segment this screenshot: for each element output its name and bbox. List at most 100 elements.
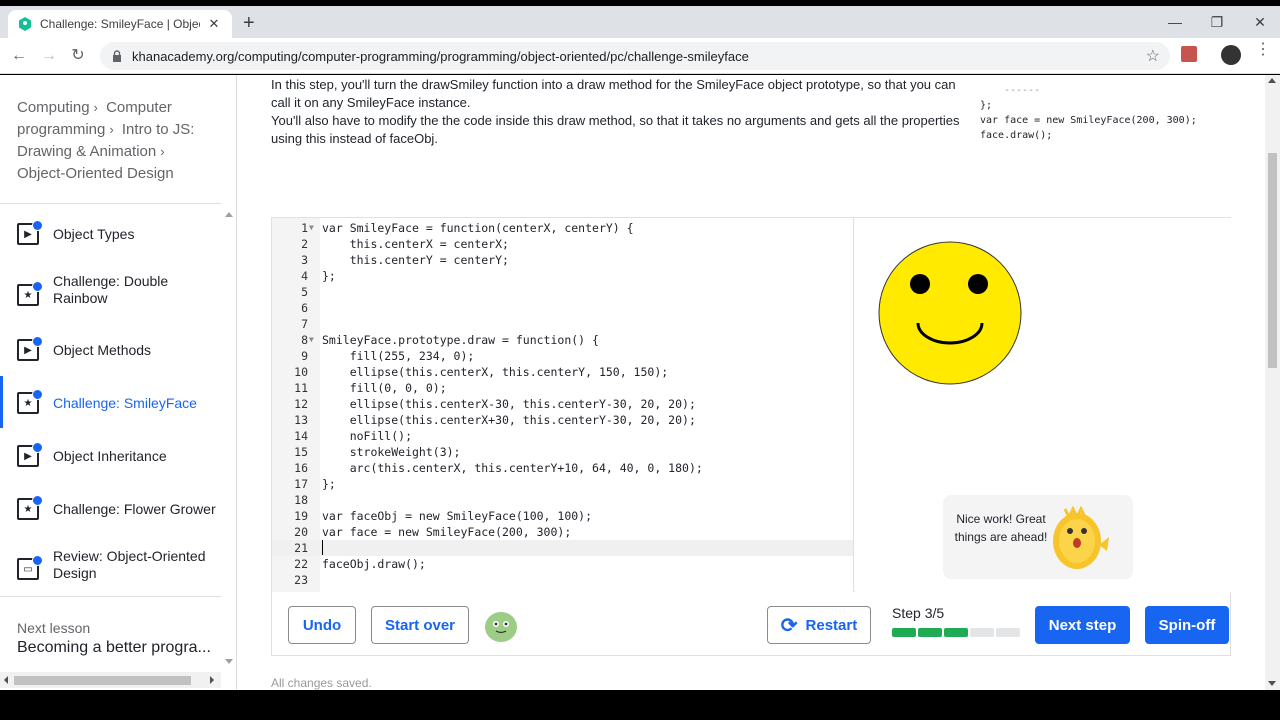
hint-line: }; bbox=[980, 100, 993, 111]
reload-icon[interactable]: ↻ bbox=[67, 45, 89, 67]
line-number: 6 bbox=[301, 301, 308, 315]
lesson-item-flower-grower[interactable]: ★ Challenge: Flower Grower bbox=[0, 493, 221, 525]
code-line[interactable]: 2 this.centerX = centerX; bbox=[272, 236, 853, 252]
success-toast: Nice work! Great things are ahead! bbox=[943, 495, 1133, 579]
code-line[interactable]: 14 noFill(); bbox=[272, 428, 853, 444]
url-text: khanacademy.org/computing/computer-progr… bbox=[132, 48, 749, 64]
line-number: 2 bbox=[301, 237, 308, 251]
code-line[interactable]: 11 fill(0, 0, 0); bbox=[272, 380, 853, 396]
new-tab-button[interactable]: + bbox=[243, 13, 255, 33]
code-line[interactable]: 16 arc(this.centerX, this.centerY+10, 64… bbox=[272, 460, 853, 476]
line-number: 12 bbox=[294, 397, 308, 411]
step-progress-bar bbox=[892, 628, 1020, 637]
lesson-item-review[interactable]: ▭ Review: Object-Oriented Design bbox=[0, 545, 221, 585]
sidebar-scrollbar[interactable] bbox=[221, 207, 237, 667]
avatar-blob-icon[interactable] bbox=[484, 609, 518, 643]
line-number: 16 bbox=[294, 461, 308, 475]
lesson-item-double-rainbow[interactable]: ★ Challenge: Double Rainbow bbox=[0, 270, 221, 310]
code-line[interactable]: 7 bbox=[272, 316, 853, 332]
start-over-button[interactable]: Start over bbox=[371, 606, 469, 644]
profile-avatar[interactable] bbox=[1221, 45, 1241, 65]
close-icon[interactable]: ✕ bbox=[1250, 14, 1270, 31]
code-line[interactable]: 20 var face = new SmileyFace(200, 300); bbox=[272, 524, 853, 540]
code-line[interactable]: 8 ▼ SmileyFace.prototype.draw = function()… bbox=[272, 332, 853, 348]
url-bar[interactable]: khanacademy.org/computing/computer-progr… bbox=[100, 42, 1170, 70]
step-instructions: In this step, you'll turn the drawSmiley… bbox=[271, 76, 971, 148]
code-text: arc(this.centerX, this.centerY+10, 64, 4… bbox=[322, 461, 703, 475]
code-line[interactable]: 15 strokeWeight(3); bbox=[272, 444, 853, 460]
code-text: ellipse(this.centerX, this.centerY, 150,… bbox=[322, 365, 669, 379]
lesson-item-smileyface[interactable]: ★ Challenge: SmileyFace bbox=[0, 387, 221, 419]
code-line[interactable]: 18 bbox=[272, 492, 853, 508]
code-line[interactable]: 3 this.centerY = centerY; bbox=[272, 252, 853, 268]
code-line[interactable]: 17}; bbox=[272, 476, 853, 492]
fold-arrow-icon[interactable]: ▼ bbox=[309, 332, 314, 348]
line-number: 8 bbox=[301, 333, 308, 347]
spin-off-button[interactable]: Spin-off bbox=[1145, 606, 1229, 644]
code-line[interactable]: 5 bbox=[272, 284, 853, 300]
lesson-item-object-types[interactable]: ▶ Object Types bbox=[0, 218, 221, 250]
step-counter: Step 3/5 bbox=[892, 605, 945, 621]
restart-button[interactable]: ⟳ Restart bbox=[767, 606, 871, 644]
undo-button[interactable]: Undo bbox=[288, 606, 356, 644]
code-text: fill(255, 234, 0); bbox=[322, 349, 475, 363]
code-text: SmileyFace.prototype.draw = function() { bbox=[322, 333, 599, 347]
code-editor[interactable]: 1 ▼ var SmileyFace = function(centerX, cen… bbox=[272, 218, 854, 593]
code-text: this.centerX = centerX; bbox=[322, 237, 509, 251]
scroll-arrow-icons bbox=[4, 676, 214, 684]
scroll-arrows-icon bbox=[225, 212, 233, 664]
sidebar-horizontal-scrollbar[interactable] bbox=[0, 672, 221, 688]
code-line[interactable]: 1 ▼ var SmileyFace = function(centerX, cen… bbox=[272, 220, 853, 236]
line-number: 22 bbox=[294, 557, 308, 571]
tab-close-icon[interactable]: ✕ bbox=[206, 16, 222, 32]
lesson-label: Object Methods bbox=[53, 342, 152, 358]
breadcrumb-ood[interactable]: Object-Oriented Design bbox=[17, 165, 174, 182]
mascot-illustration bbox=[1053, 505, 1109, 569]
chevron-right-icon: › bbox=[160, 144, 165, 159]
code-text: var face = new SmileyFace(200, 300); bbox=[322, 525, 572, 539]
menu-icon[interactable]: ⋮ bbox=[1255, 42, 1271, 58]
smiley-face-drawing bbox=[878, 241, 1022, 385]
hint-code-block: ------ }; var face = new SmileyFace(200,… bbox=[980, 83, 1240, 143]
line-number: 3 bbox=[301, 253, 308, 267]
code-line[interactable]: 6 bbox=[272, 300, 853, 316]
next-lesson-link[interactable]: Becoming a better progra... bbox=[17, 639, 211, 657]
code-line[interactable]: 19 var faceObj = new SmileyFace(100, 100)… bbox=[272, 508, 853, 524]
star-icon[interactable]: ☆ bbox=[1146, 46, 1160, 66]
code-text: ellipse(this.centerX-30, this.centerY-30… bbox=[322, 397, 696, 411]
lesson-label: Challenge: SmileyFace bbox=[53, 395, 197, 411]
breadcrumb-computing[interactable]: Computing bbox=[17, 99, 90, 116]
lesson-item-object-methods[interactable]: ▶ Object Methods bbox=[0, 334, 221, 366]
code-line[interactable]: 10 ellipse(this.centerX, this.centerY, 1… bbox=[272, 364, 853, 380]
code-line[interactable]: 4}; bbox=[272, 268, 853, 284]
code-line[interactable]: 12 ellipse(this.centerX-30, this.centerY… bbox=[272, 396, 853, 412]
lesson-item-object-inheritance[interactable]: ▶ Object Inheritance bbox=[0, 440, 221, 472]
restart-label: Restart bbox=[805, 616, 858, 634]
code-line[interactable]: 21 bbox=[272, 540, 853, 556]
toast-message: Nice work! Great things are ahead! bbox=[954, 512, 1048, 544]
fold-arrow-icon[interactable]: ▼ bbox=[309, 220, 314, 236]
forward-icon[interactable]: → bbox=[38, 45, 60, 67]
completed-check-icon bbox=[32, 220, 43, 231]
next-step-button[interactable]: Next step bbox=[1035, 606, 1130, 644]
code-line[interactable]: 13 ellipse(this.centerX+30, this.centerY… bbox=[272, 412, 853, 428]
step-segment bbox=[996, 628, 1020, 637]
editor-toolbar: Undo Start over ⟳ Restart Step 3/5 Next s… bbox=[271, 592, 1231, 656]
browser-tab[interactable]: Challenge: SmileyFace | Object-O ✕ bbox=[8, 10, 232, 38]
maximize-icon[interactable]: ❐ bbox=[1207, 14, 1227, 31]
pdf-extension-icon[interactable] bbox=[1181, 46, 1197, 62]
page-scrollbar[interactable] bbox=[1265, 75, 1280, 690]
line-number: 1 bbox=[301, 221, 308, 235]
completed-check-icon bbox=[32, 281, 43, 292]
minimize-icon[interactable]: — bbox=[1165, 14, 1185, 30]
code-line[interactable]: 9 fill(255, 234, 0); bbox=[272, 348, 853, 364]
code-line[interactable]: 22 faceObj.draw(); bbox=[272, 556, 853, 572]
code-line[interactable]: 23 bbox=[272, 572, 853, 588]
output-canvas[interactable]: Nice work! Great things are ahead! bbox=[855, 218, 1231, 593]
code-text: ellipse(this.centerX+30, this.centerY-30… bbox=[322, 413, 696, 427]
back-icon[interactable]: ← bbox=[8, 45, 30, 67]
breadcrumb: Computing › Computer programming › Intro t… bbox=[17, 97, 217, 185]
code-text: }; bbox=[322, 269, 336, 283]
refresh-icon: ⟳ bbox=[780, 614, 798, 637]
line-number: 7 bbox=[301, 317, 308, 331]
